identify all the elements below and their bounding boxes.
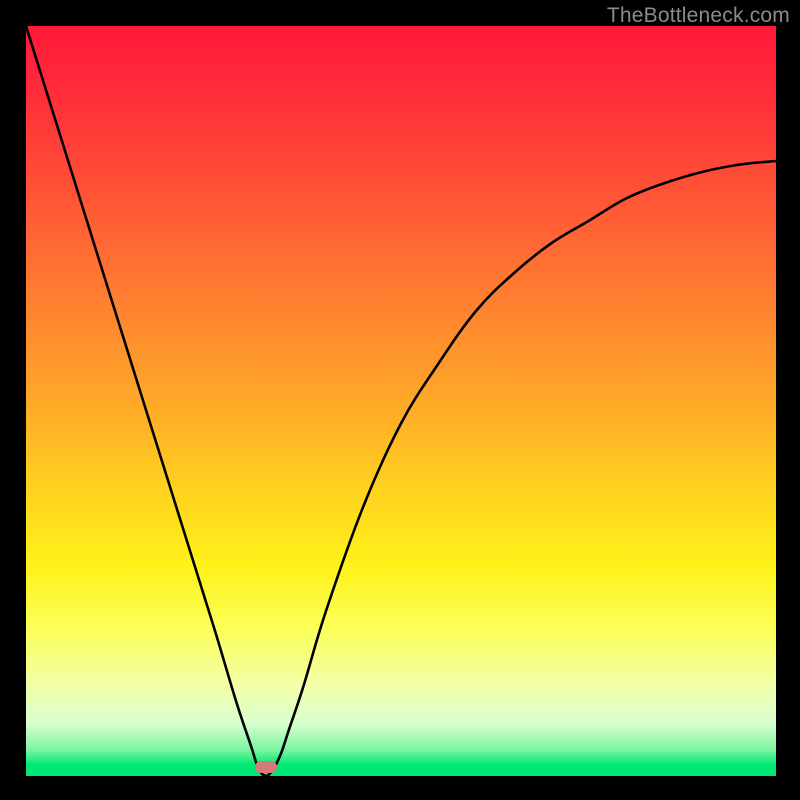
- plot-area: [26, 26, 776, 776]
- watermark-text: TheBottleneck.com: [607, 4, 790, 28]
- bottleneck-curve: [26, 26, 776, 776]
- optimum-marker: [255, 761, 277, 773]
- chart-frame: TheBottleneck.com: [0, 0, 800, 800]
